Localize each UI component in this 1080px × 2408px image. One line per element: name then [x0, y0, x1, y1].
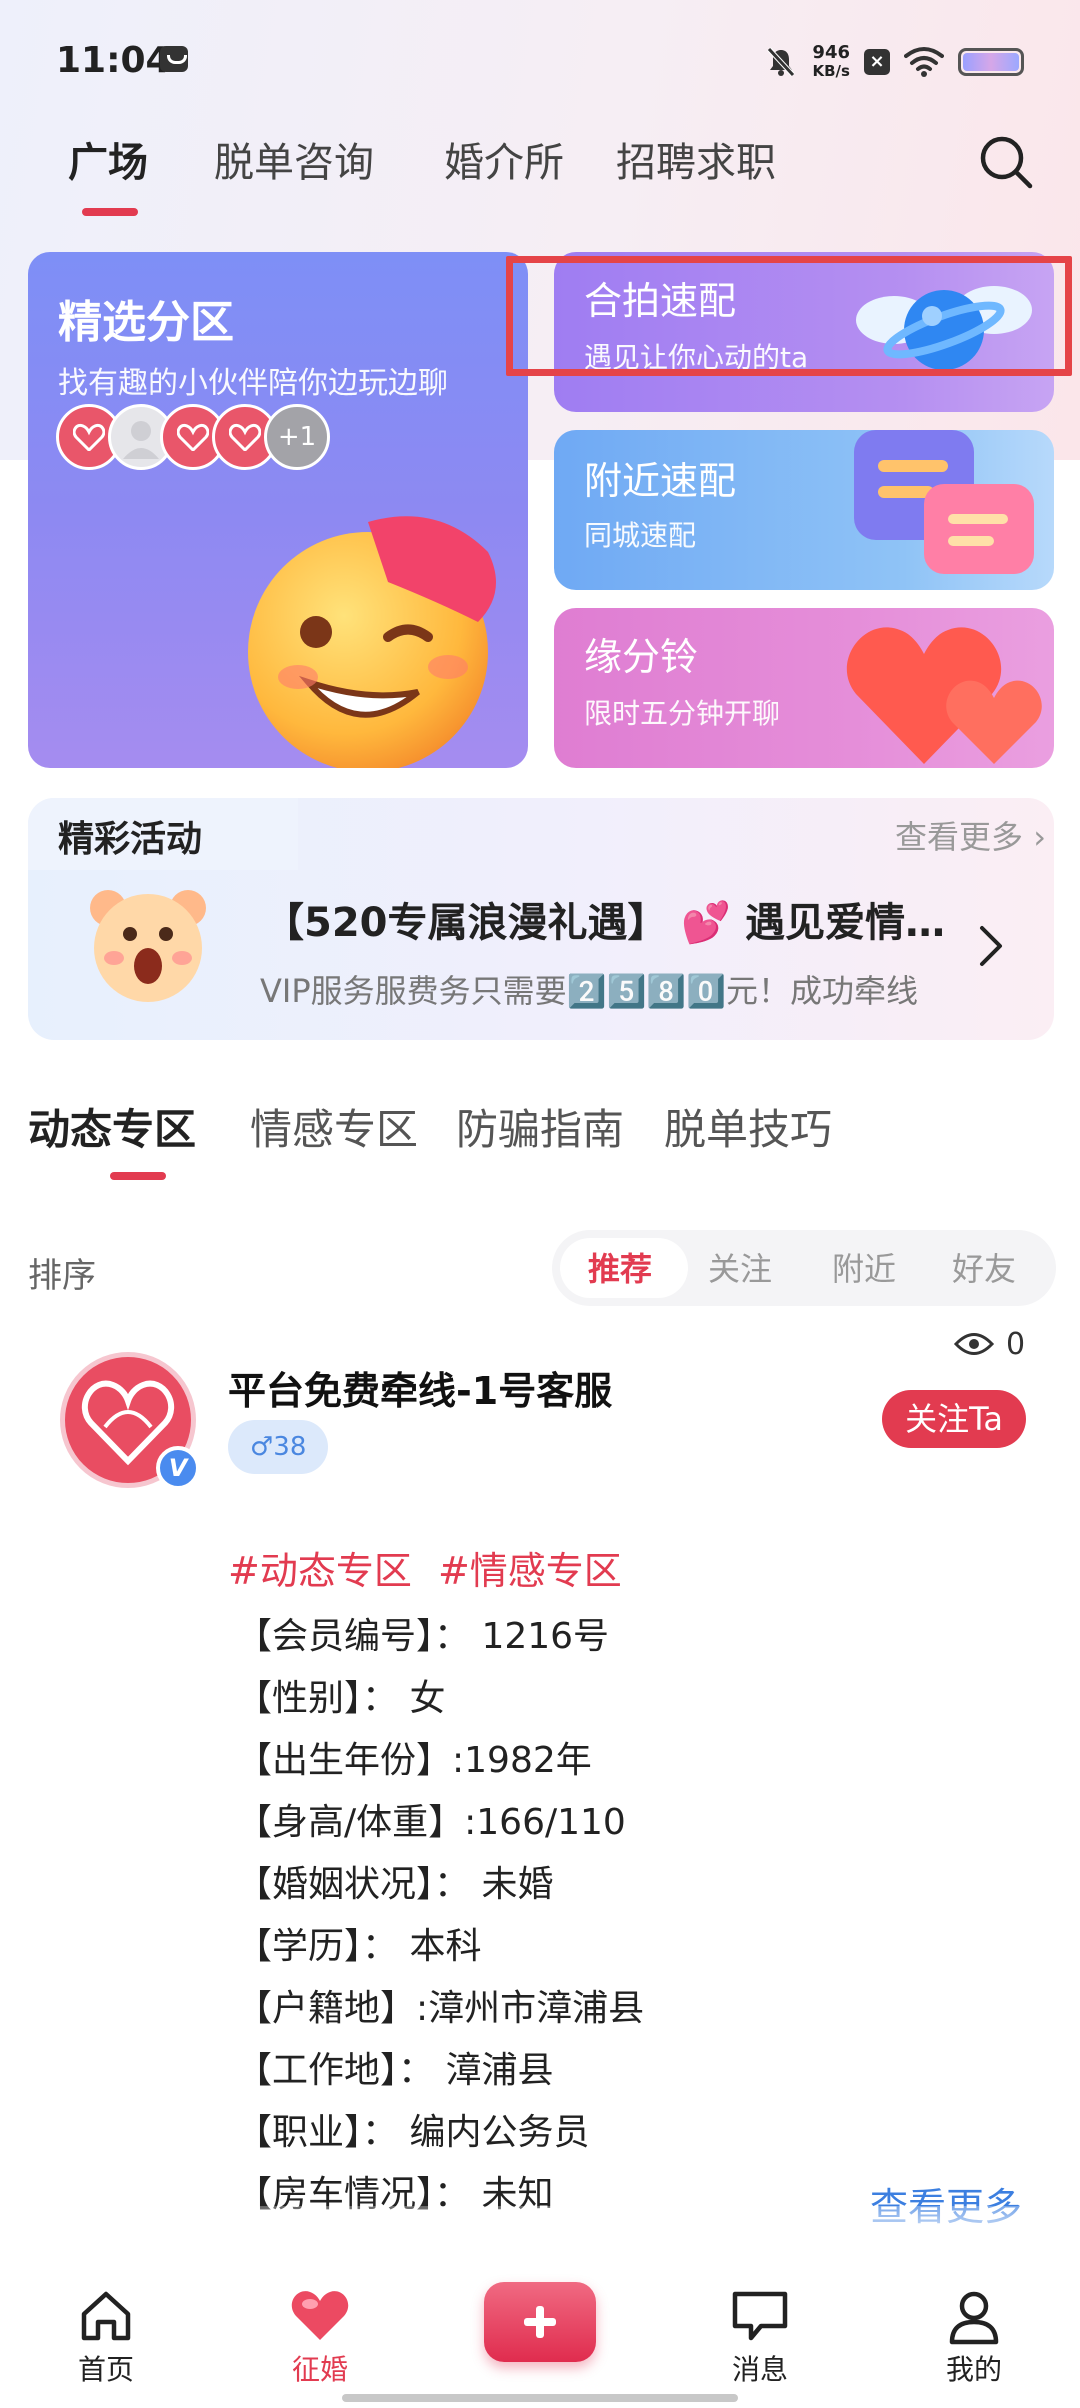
verified-badge: V — [156, 1446, 200, 1490]
nav-label: 首页 — [77, 2353, 134, 2386]
search-icon[interactable] — [978, 134, 1034, 190]
post-tags: #动态专区 #情感专区 — [228, 1540, 636, 1595]
post-line: 【性别】： 女 — [236, 1678, 446, 1719]
eye-icon — [954, 1333, 994, 1355]
logo-heart-icon — [229, 423, 261, 451]
winged-planet-icon — [856, 286, 1032, 370]
post-author-name[interactable]: 平台免费牵线-1号客服 — [228, 1360, 612, 1415]
activity-more-link[interactable]: 查看更多 › — [895, 812, 1046, 858]
network-speed: 946 KB/s — [812, 42, 850, 81]
status-bar: 11:04 946 KB/s × — [0, 0, 1080, 120]
featured-subtitle: 找有趣的小伙伴陪你边玩边聊 — [58, 366, 448, 401]
nav-matchmaking[interactable]: 征婚 — [240, 2246, 400, 2386]
card-title: 附近速配 — [584, 459, 737, 503]
sort-segmented-control: 推荐 关注 附近 好友 — [552, 1230, 1056, 1306]
hearts-icon — [846, 627, 1042, 764]
nav-label: 我的 — [945, 2353, 1002, 2386]
network-speed-unit: KB/s — [812, 62, 850, 80]
status-icons: 946 KB/s × — [764, 38, 1024, 86]
bottom-navigation: 首页 征婚 消息 我的 — [0, 2246, 1080, 2408]
fate-bell-card[interactable]: 缘分铃 限时五分钟开聊 — [554, 608, 1054, 768]
gender-age-tag: ♂38 — [228, 1420, 329, 1474]
heart-icon — [291, 2291, 349, 2340]
tab-emotion[interactable]: 情感专区 — [250, 1096, 418, 1157]
wifi-icon — [904, 47, 944, 77]
activity-more-label: 查看更多 — [895, 818, 1024, 856]
sort-following[interactable]: 关注 — [708, 1244, 772, 1290]
post-tag[interactable]: #动态专区 — [228, 1549, 412, 1593]
tab-dating-tips[interactable]: 脱单技巧 — [664, 1096, 832, 1157]
battery-icon — [958, 48, 1024, 76]
surprised-bear-icon — [90, 890, 206, 1002]
view-count-value: 0 — [1006, 1326, 1026, 1362]
nav-messages[interactable]: 消息 — [680, 2246, 840, 2386]
nav-label: 征婚 — [291, 2353, 348, 2386]
winking-emoji-icon — [248, 516, 496, 768]
post-body: 【会员编号】： 1216号 【性别】： 女 【出生年份】:1982年 【身高/体… — [236, 1606, 836, 2226]
network-speed-value: 946 — [812, 42, 850, 63]
view-count: 0 — [954, 1324, 1025, 1364]
sort-recommend[interactable]: 推荐 — [588, 1244, 652, 1290]
content-fade — [0, 2206, 1080, 2246]
mute-bell-icon — [767, 47, 796, 77]
tab-dating-consult[interactable]: 脱单咨询 — [214, 130, 374, 188]
nav-label: 消息 — [731, 2353, 788, 2386]
status-time: 11:04 — [56, 40, 171, 81]
logo-heart-icon — [177, 423, 209, 451]
content-tab-indicator — [110, 1172, 166, 1180]
card-title: 合拍速配 — [584, 279, 737, 323]
activity-banner[interactable]: 精彩活动 查看更多 › 【520专属浪漫礼遇】 💕 遇见爱情，从这里开始 VIP… — [28, 798, 1054, 1040]
home-indicator[interactable] — [342, 2394, 738, 2402]
member-avatars: +1 — [56, 404, 356, 474]
post-line: 【出生年份】:1982年 — [236, 1740, 592, 1781]
active-tab-indicator — [82, 208, 138, 216]
user-icon — [949, 2291, 999, 2345]
featured-zone-card[interactable]: 精选分区 找有趣的小伙伴陪你边玩边聊 +1 — [28, 252, 528, 768]
card-subtitle: 同城速配 — [584, 519, 697, 552]
more-members-count: +1 — [264, 404, 330, 470]
sort-friends[interactable]: 好友 — [952, 1244, 1016, 1290]
post-line: 【身高/体重】:166/110 — [236, 1802, 626, 1843]
match-together-card[interactable]: 合拍速配 遇见让你心动的ta — [554, 252, 1054, 412]
nav-profile[interactable]: 我的 — [894, 2246, 1054, 2386]
card-subtitle: 限时五分钟开聊 — [584, 697, 781, 730]
nav-home[interactable]: 首页 — [26, 2246, 186, 2386]
chat-bubbles-icon — [854, 430, 1034, 574]
post-line: 【工作地】： 漳浦县 — [236, 2050, 554, 2091]
nearby-match-card[interactable]: 附近速配 同城速配 — [554, 430, 1054, 590]
post-tag[interactable]: #情感专区 — [438, 1549, 622, 1593]
message-notification-icon — [160, 46, 188, 72]
card-title: 缘分铃 — [584, 635, 699, 679]
tab-plaza[interactable]: 广场 — [68, 130, 148, 188]
post-line: 【会员编号】： 1216号 — [236, 1616, 610, 1657]
home-icon — [81, 2291, 131, 2341]
tab-anti-fraud[interactable]: 防骗指南 — [456, 1096, 624, 1157]
activity-description: VIP服务服费务只需要2️⃣5️⃣8️⃣0️⃣元！成功牵线 — [260, 972, 919, 1010]
featured-title: 精选分区 — [58, 297, 234, 348]
logo-heart-icon — [73, 423, 105, 451]
chat-icon — [732, 2291, 788, 2341]
plus-icon[interactable] — [484, 2282, 596, 2362]
post-line: 【婚姻状况】： 未婚 — [236, 1864, 554, 1905]
tab-jobs[interactable]: 招聘求职 — [616, 130, 776, 188]
activity-section-title: 精彩活动 — [58, 819, 203, 860]
post-line: 【职业】： 编内公务员 — [236, 2112, 590, 2153]
sort-label: 排序 — [28, 1256, 96, 1296]
tab-dynamics[interactable]: 动态专区 — [28, 1096, 196, 1157]
card-subtitle: 遇见让你心动的ta — [584, 341, 809, 374]
sort-nearby[interactable]: 附近 — [832, 1244, 896, 1290]
post-line: 【学历】： 本科 — [236, 1926, 482, 1967]
post-line: 【户籍地】:漳州市漳浦县 — [236, 1988, 645, 2029]
follow-button[interactable]: 关注Ta — [882, 1390, 1026, 1448]
activity-headline: 【520专属浪漫礼遇】 💕 遇见爱情，从这里开始 — [264, 900, 954, 946]
tab-matchmaker[interactable]: 婚介所 — [444, 130, 564, 188]
app-notification-icon: × — [864, 49, 890, 75]
chevron-right-icon[interactable] — [976, 924, 1006, 968]
